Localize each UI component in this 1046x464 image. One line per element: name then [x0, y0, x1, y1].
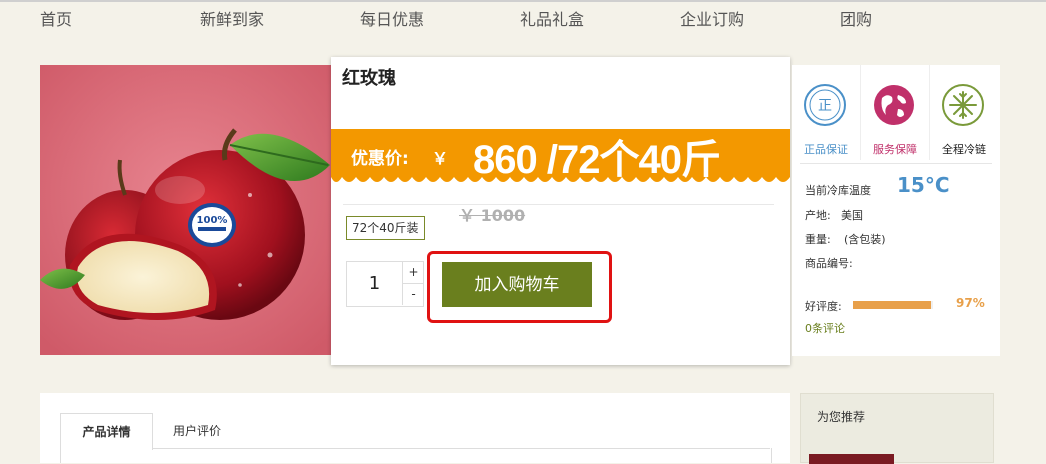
price-banner: 优惠价: ￥ 860 /72个40斤 [331, 129, 790, 187]
service-cold-chain[interactable]: 全程冷链 [930, 65, 998, 160]
snowflake-icon [942, 84, 984, 126]
spec-tag[interactable]: 72个40斤装 [346, 216, 425, 240]
product-title: 红玫瑰 [342, 68, 396, 89]
nav-item-group-buy[interactable]: 团购 [840, 6, 872, 30]
nav-item-gift-boxes[interactable]: 礼品礼盒 [520, 6, 584, 30]
recommend-title: 为您推荐 [817, 410, 866, 424]
globe-icon [874, 85, 914, 125]
service-label-guarantee: 服务保障 [873, 143, 917, 156]
rating-label: 好评度: [805, 300, 842, 313]
svg-text:正: 正 [818, 98, 832, 114]
nav-item-home[interactable]: 首页 [40, 6, 72, 30]
service-guarantee[interactable]: 服务保障 [861, 65, 930, 160]
service-genuine[interactable]: 正 正品保证 [792, 65, 861, 160]
tab-product-details[interactable]: 产品详情 [60, 413, 153, 450]
nav-item-daily-deals[interactable]: 每日优惠 [360, 6, 424, 30]
top-border [0, 0, 1046, 2]
weight-value: (含包装) [844, 233, 886, 246]
weight-label: 重量: [805, 233, 831, 246]
quantity-increment-button[interactable]: + [402, 262, 424, 284]
tab-content [60, 448, 772, 463]
rating-bar-fill [853, 301, 931, 309]
price-currency: ￥ [432, 149, 449, 168]
price-value: 860 /72个40斤 [473, 138, 721, 182]
genuine-icon: 正 [804, 84, 846, 126]
product-image[interactable]: 100% [40, 65, 331, 355]
temp-value: 15°C [897, 173, 950, 197]
service-label-cold-chain: 全程冷链 [942, 143, 986, 156]
price-label: 优惠价: [351, 149, 409, 169]
quantity-decrement-button[interactable]: - [402, 284, 424, 305]
original-price: ￥ 1000 [459, 206, 526, 225]
origin-label: 产地: [805, 209, 831, 222]
price-divider [343, 204, 774, 205]
product-tabs-panel: 产品详情 用户评价 [40, 393, 790, 463]
tab-user-reviews[interactable]: 用户评价 [162, 413, 232, 449]
service-divider [800, 163, 992, 164]
quantity-input[interactable]: 1 [347, 262, 402, 306]
rating-value: 97% [956, 296, 985, 310]
nav-item-fresh-delivery[interactable]: 新鲜到家 [200, 6, 264, 30]
nav-item-corporate[interactable]: 企业订购 [680, 6, 744, 30]
origin-value: 美国 [841, 209, 863, 222]
product-code-label: 商品编号: [805, 257, 853, 270]
temp-label: 当前冷库温度 [805, 184, 871, 197]
service-panel: 正 正品保证 服务保障 全程冷链 当前冷库温度 15°C 产地: 美国 重量: … [792, 65, 1000, 356]
service-label-genuine: 正品保证 [804, 143, 848, 156]
product-info-card: 红玫瑰 优惠价: ￥ 860 /72个40斤 ￥ 1000 72个40斤装 1 … [331, 57, 790, 365]
rating-bar [853, 301, 933, 309]
quantity-stepper: 1 + - [346, 261, 424, 307]
recommend-panel: 为您推荐 [800, 393, 994, 464]
add-to-cart-button[interactable]: 加入购物车 [442, 262, 592, 307]
apple-sticker-text: 100% [197, 215, 228, 226]
review-count-link[interactable]: 0条评论 [805, 320, 845, 336]
